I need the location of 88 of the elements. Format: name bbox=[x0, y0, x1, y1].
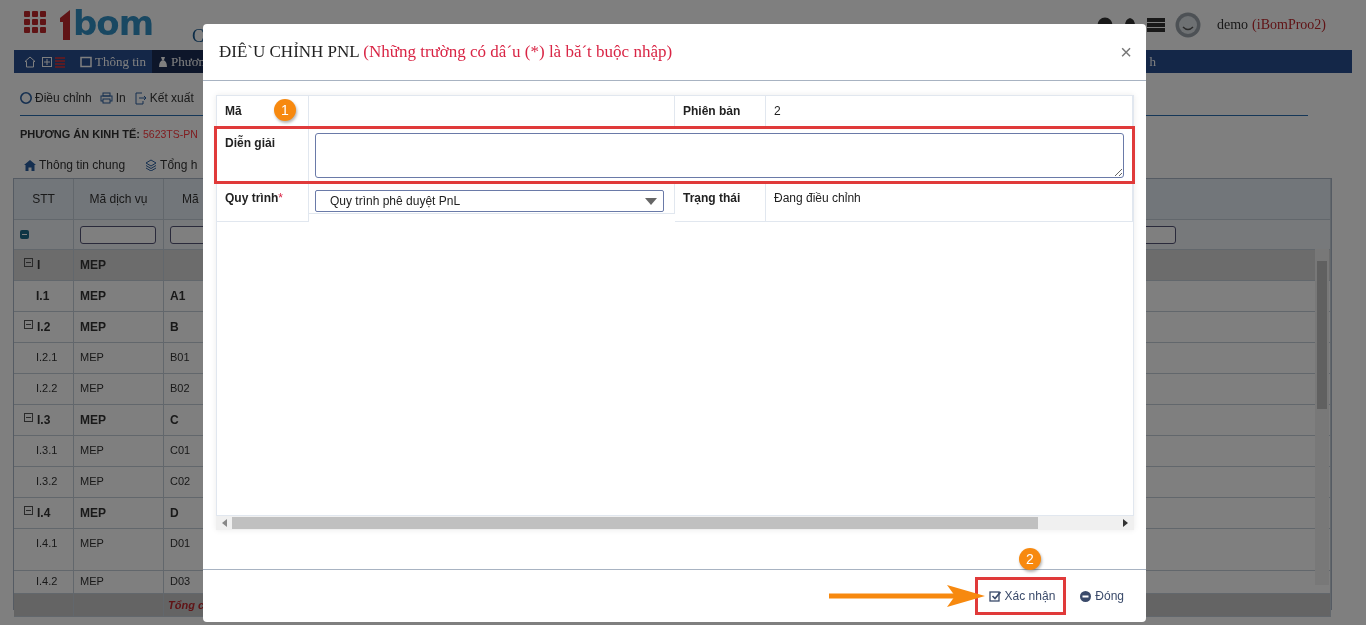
bag-icon bbox=[157, 55, 168, 68]
table-cell: A1 bbox=[170, 289, 186, 303]
close-button[interactable]: × bbox=[1120, 40, 1132, 64]
table-cell: MEP bbox=[80, 289, 106, 303]
caret-icon bbox=[645, 197, 657, 205]
column-header[interactable]: STT bbox=[14, 179, 74, 219]
row-number: I.3 bbox=[37, 413, 51, 427]
nav-item[interactable]: h bbox=[1149, 53, 1156, 70]
collapse-icon[interactable] bbox=[24, 258, 33, 267]
row-number: I.4.1 bbox=[36, 537, 58, 549]
scrollbar[interactable] bbox=[1315, 249, 1329, 585]
row-number: I.1 bbox=[36, 289, 50, 303]
table-cell: B02 bbox=[170, 382, 190, 394]
field-label: Mã bbox=[225, 104, 242, 118]
scroll-right-icon bbox=[1122, 519, 1128, 527]
table-cell: MEP bbox=[80, 413, 106, 427]
table-cell: MEP bbox=[80, 537, 104, 549]
toolbar-button[interactable]: In bbox=[99, 91, 126, 105]
collapse-icon[interactable] bbox=[24, 506, 33, 515]
table-cell: MEP bbox=[80, 320, 106, 334]
table-cell: C02 bbox=[170, 475, 191, 487]
table-cell: B01 bbox=[170, 351, 190, 363]
process-dropdown[interactable]: Quy trình phê duyệt PnL bbox=[315, 190, 664, 212]
collapse-icon bbox=[20, 230, 29, 239]
scrollbar[interactable] bbox=[216, 516, 1134, 530]
field-label: Phiên bản bbox=[683, 104, 741, 118]
minus-circle-icon bbox=[1080, 590, 1092, 602]
table-cell: C01 bbox=[170, 444, 191, 456]
table-cell: MEP bbox=[80, 575, 104, 587]
layers-icon bbox=[145, 159, 158, 171]
field-value: 2 bbox=[774, 104, 781, 118]
table-cell: MEP bbox=[80, 506, 106, 520]
export-icon bbox=[133, 91, 147, 105]
table-cell: MEP bbox=[80, 475, 104, 487]
field-label: Diễn giải bbox=[225, 136, 275, 150]
server-icon bbox=[1147, 17, 1165, 33]
nav-item[interactable]: Thông tin bbox=[74, 50, 152, 73]
home-icon bbox=[24, 55, 36, 68]
table-cell: MEP bbox=[80, 382, 104, 394]
table-cell: MEP bbox=[80, 258, 106, 272]
app-title: C bbox=[192, 25, 204, 47]
plan-label: PHƯƠNG ÁN KINH TẾ: bbox=[20, 128, 140, 140]
apps-grid-icon bbox=[24, 11, 46, 33]
toolbar-button[interactable]: Điều chỉnh bbox=[20, 91, 92, 105]
table-cell: MEP bbox=[80, 351, 104, 363]
tab[interactable]: Tổng h bbox=[145, 156, 198, 174]
collapse-icon[interactable] bbox=[24, 413, 33, 422]
checkbox-icon bbox=[988, 590, 1001, 602]
row-number: I.3.1 bbox=[36, 444, 58, 456]
row-number: I bbox=[37, 258, 41, 272]
printer-icon bbox=[99, 92, 113, 104]
table-cell: D03 bbox=[170, 575, 191, 587]
row-number: I.2 bbox=[37, 320, 51, 334]
row-number: I.2.1 bbox=[36, 351, 58, 363]
field-label: Quy trình bbox=[225, 191, 279, 205]
expand-list-icon bbox=[42, 55, 68, 68]
field-value: Đang điều chỉnh bbox=[774, 191, 861, 205]
filter-field[interactable] bbox=[80, 225, 156, 244]
toolbar-button[interactable]: Kết xuất bbox=[133, 91, 194, 105]
row-number: I.4.2 bbox=[36, 575, 58, 587]
dialog-title: ĐIÊ`U CHỈNH PNL (Những trường có dâ´u (*) là bă´t buộc nhập) bbox=[219, 42, 673, 62]
confirm-button[interactable]: Xác nhận bbox=[986, 585, 1058, 607]
logo-mark-icon bbox=[58, 10, 72, 40]
table-cell: MEP bbox=[80, 444, 104, 456]
scroll-left-icon bbox=[222, 519, 228, 527]
required-mark: * bbox=[278, 191, 283, 205]
field-label: Trạng thái bbox=[683, 191, 741, 205]
tab[interactable]: Thông tin chung bbox=[24, 156, 126, 174]
plan-code: 5623TS-PN bbox=[142, 128, 198, 140]
table-cell: D01 bbox=[170, 537, 191, 549]
column-header[interactable]: Mã dịch vụ bbox=[74, 179, 164, 219]
description-field[interactable] bbox=[315, 133, 1124, 178]
account-name[interactable]: (iBomProo2) bbox=[1252, 17, 1326, 32]
row-number: I.3.2 bbox=[36, 475, 58, 487]
row-number: I.2.2 bbox=[36, 382, 58, 394]
user-name[interactable]: demo bbox=[1217, 17, 1249, 32]
window-icon bbox=[80, 55, 92, 68]
table-cell: D bbox=[170, 506, 179, 520]
row-number: I.4 bbox=[37, 506, 51, 520]
table-cell: B bbox=[170, 320, 179, 334]
collapse-icon[interactable] bbox=[24, 320, 33, 329]
arrow-icon bbox=[829, 585, 985, 607]
circle-icon bbox=[20, 92, 32, 104]
table-cell: C bbox=[170, 413, 179, 427]
home-icon bbox=[24, 159, 36, 171]
avatar-icon bbox=[1175, 12, 1201, 38]
close-button[interactable]: Đóng bbox=[1078, 585, 1126, 607]
logo-text: bom bbox=[73, 6, 154, 40]
